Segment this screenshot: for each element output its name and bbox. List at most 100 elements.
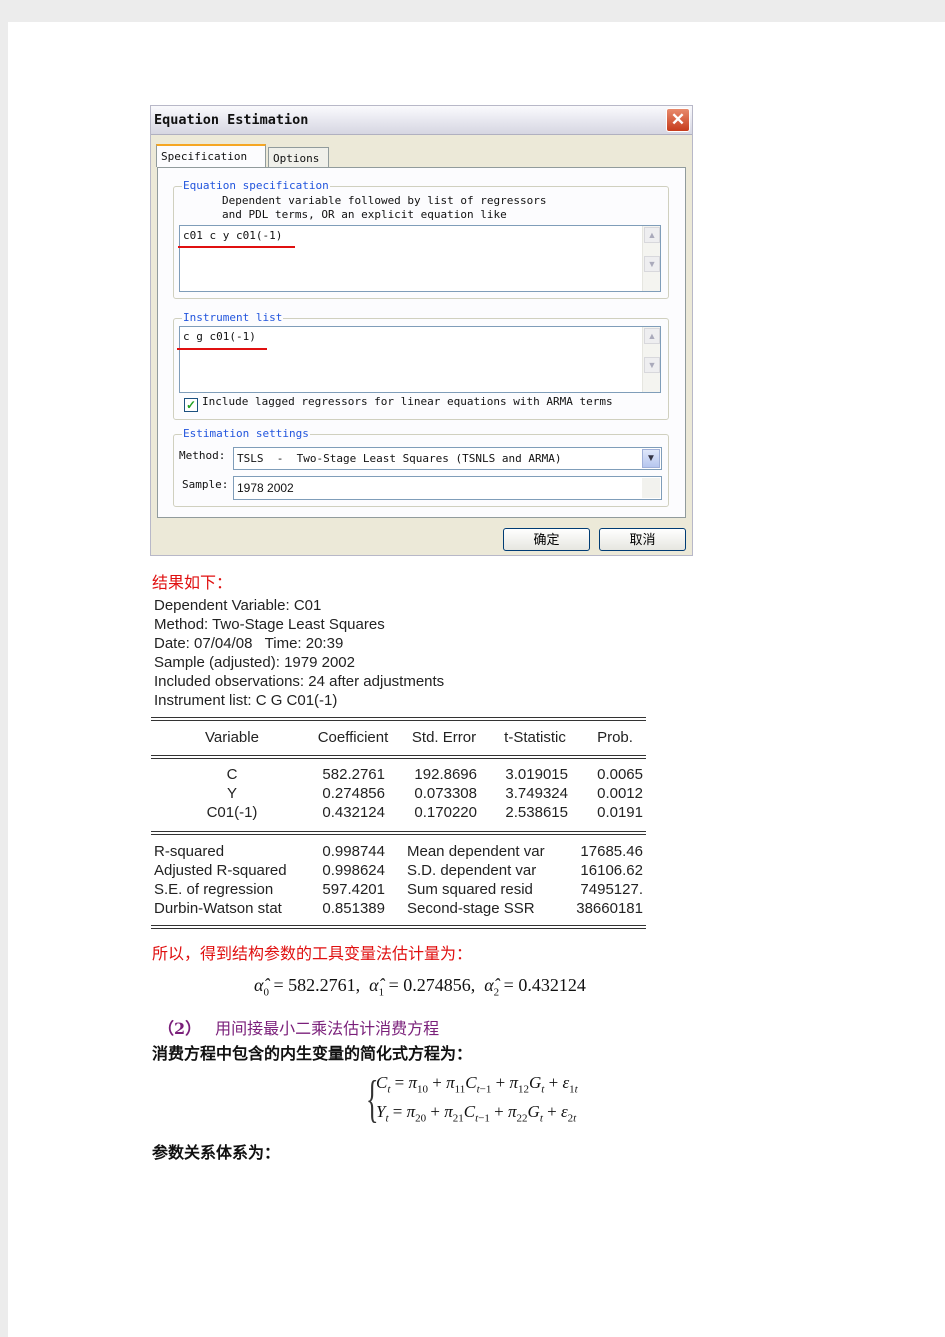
stats-row: Durbin-Watson stat 0.851389 Second-stage… bbox=[151, 900, 646, 919]
tab-options[interactable]: Options bbox=[268, 147, 329, 167]
equation-spec-label: Equation specification bbox=[182, 179, 330, 192]
instrument-input[interactable]: c g c01(-1) ▲ ▼ bbox=[177, 326, 661, 393]
spin-icon[interactable] bbox=[642, 478, 660, 498]
reduced-form-intro: 消费方程中包含的内生变量的简化式方程为： bbox=[152, 1044, 473, 1063]
sample-value: 1978 2002 bbox=[237, 481, 294, 495]
rule bbox=[151, 831, 646, 835]
chevron-down-icon[interactable]: ▼ bbox=[642, 449, 660, 468]
cell-std-error: 192.8696 bbox=[414, 766, 477, 783]
report-line: Date: 07/04/08 Time: 20:39 bbox=[154, 635, 344, 652]
result-heading: 结果如下： bbox=[152, 573, 233, 592]
cell-prob: 0.0065 bbox=[597, 766, 643, 783]
red-underline bbox=[178, 246, 295, 248]
alpha2-value: 0.432124 bbox=[518, 975, 586, 995]
stat-label: Second-stage SSR bbox=[407, 900, 535, 917]
report-header: Dependent Variable: C01 Method: Two-Stag… bbox=[154, 596, 444, 710]
method-select[interactable]: TSLS - Two-Stage Least Squares (TSNLS an… bbox=[233, 447, 662, 470]
stat-value: 7495127. bbox=[580, 881, 643, 898]
rule bbox=[151, 925, 646, 929]
report-line: Included observations: 24 after adjustme… bbox=[154, 673, 445, 690]
stat-label: R-squared bbox=[154, 843, 225, 860]
reduced-form-eq-1: Ct = π10 + π11Ct−1 + π12Gt + ε1t bbox=[376, 1073, 578, 1096]
equation-value: c01 c y c01(-1) bbox=[183, 229, 283, 242]
header-std-error: Std. Error bbox=[411, 729, 477, 746]
scroll-up-icon[interactable]: ▲ bbox=[644, 227, 660, 243]
red-underline bbox=[177, 348, 267, 350]
reduced-form-eq-2: Yt = π20 + π21Ct−1 + π22Gt + ε2t bbox=[376, 1102, 577, 1125]
header-prob: Prob. bbox=[597, 729, 633, 746]
stat-value: 16106.62 bbox=[580, 862, 643, 879]
cell-prob: 0.0012 bbox=[597, 785, 643, 802]
stat-value: 0.998624 bbox=[322, 862, 385, 879]
stat-value: 38660181 bbox=[576, 900, 643, 917]
stats-row: S.E. of regression 597.4201 Sum squared … bbox=[151, 881, 646, 900]
table-row: C01(-1) 0.432124 0.170220 2.538615 0.019… bbox=[151, 804, 646, 823]
cell-t-stat: 3.019015 bbox=[505, 766, 568, 783]
sample-label: Sample: bbox=[182, 478, 229, 491]
stat-label: Sum squared resid bbox=[407, 881, 533, 898]
table-row: Y 0.274856 0.073308 3.749324 0.0012 bbox=[151, 785, 646, 804]
conclusion-text: 所以，得到结构参数的工具变量法估计量为： bbox=[152, 944, 473, 963]
table-row: C 582.2761 192.8696 3.019015 0.0065 bbox=[151, 766, 646, 785]
rule bbox=[151, 717, 646, 721]
report-line: Dependent Variable: C01 bbox=[154, 597, 322, 614]
cell-t-stat: 2.538615 bbox=[505, 804, 568, 821]
stat-label: Adjusted R-squared bbox=[154, 862, 287, 879]
stat-label: Durbin-Watson stat bbox=[154, 900, 282, 917]
cell-variable: C01(-1) bbox=[206, 804, 258, 821]
specification-panel: Equation specification Dependent variabl… bbox=[157, 167, 686, 518]
dialog-title: Equation Estimation bbox=[154, 112, 309, 128]
scroll-down-icon[interactable]: ▼ bbox=[644, 256, 660, 272]
stat-value: 0.998744 bbox=[322, 843, 385, 860]
stat-label: S.D. dependent var bbox=[407, 862, 537, 879]
report-line: Instrument list: C G C01(-1) bbox=[154, 692, 338, 709]
section-title: 用间接最小二乘法估计消费方程 bbox=[215, 1019, 440, 1038]
instrument-value: c g c01(-1) bbox=[183, 330, 256, 343]
estimation-settings-label: Estimation settings bbox=[182, 427, 310, 440]
method-label: Method: bbox=[179, 449, 226, 462]
equation-estimation-dialog: Equation Estimation ✕ Specification Opti… bbox=[150, 105, 693, 556]
method-value: TSLS - Two-Stage Least Squares (TSNLS an… bbox=[237, 452, 562, 465]
estimates-formula: α̂0 = 582.2761, α̂1 = 0.274856, α̂2 = 0.… bbox=[254, 975, 586, 999]
cell-coefficient: 0.274856 bbox=[322, 785, 385, 802]
cell-std-error: 0.170220 bbox=[414, 804, 477, 821]
stat-label: Mean dependent var bbox=[407, 843, 545, 860]
section-number: （2） bbox=[158, 1019, 202, 1038]
scrollbar[interactable]: ▲ ▼ bbox=[642, 226, 660, 291]
cell-variable: C bbox=[226, 766, 238, 783]
scroll-down-icon[interactable]: ▼ bbox=[644, 357, 660, 373]
report-line: Method: Two-Stage Least Squares bbox=[154, 616, 385, 633]
instrument-label: Instrument list bbox=[182, 311, 284, 324]
report-line: Sample (adjusted): 1979 2002 bbox=[154, 654, 355, 671]
stat-label: S.E. of regression bbox=[154, 881, 274, 898]
ok-button[interactable]: 确定 bbox=[503, 528, 590, 551]
close-icon[interactable]: ✕ bbox=[666, 108, 690, 132]
cell-std-error: 0.073308 bbox=[414, 785, 477, 802]
stat-value: 597.4201 bbox=[322, 881, 385, 898]
hint-line-1: Dependent variable followed by list of r… bbox=[222, 194, 547, 207]
cell-coefficient: 0.432124 bbox=[322, 804, 385, 821]
cell-prob: 0.0191 bbox=[597, 804, 643, 821]
stat-value: 17685.46 bbox=[580, 843, 643, 860]
stats-row: R-squared 0.998744 Mean dependent var 17… bbox=[151, 843, 646, 862]
cancel-button[interactable]: 取消 bbox=[599, 528, 686, 551]
include-lagged-label: Include lagged regressors for linear equ… bbox=[202, 395, 613, 407]
tab-specification[interactable]: Specification bbox=[156, 144, 266, 167]
parameter-relation-text: 参数关系体系为： bbox=[152, 1143, 281, 1162]
sample-input[interactable]: 1978 2002 bbox=[233, 476, 662, 500]
cell-coefficient: 582.2761 bbox=[322, 766, 385, 783]
cell-t-stat: 3.749324 bbox=[505, 785, 568, 802]
alpha0-value: 582.2761 bbox=[288, 975, 356, 995]
section-2-heading: （2） 用间接最小二乘法估计消费方程 bbox=[158, 1015, 439, 1039]
header-coefficient: Coefficient bbox=[317, 729, 389, 746]
title-bar: Equation Estimation ✕ bbox=[151, 106, 692, 135]
stats-row: Adjusted R-squared 0.998624 S.D. depende… bbox=[151, 862, 646, 881]
stat-value: 0.851389 bbox=[322, 900, 385, 917]
equation-input[interactable]: c01 c y c01(-1) ▲ ▼ bbox=[178, 225, 661, 292]
alpha1-value: 0.274856 bbox=[403, 975, 471, 995]
header-variable: Variable bbox=[205, 729, 259, 746]
scroll-up-icon[interactable]: ▲ bbox=[644, 328, 660, 344]
rule bbox=[151, 755, 646, 759]
scrollbar[interactable]: ▲ ▼ bbox=[642, 327, 660, 392]
include-lagged-checkbox[interactable]: ✓ bbox=[184, 398, 198, 412]
